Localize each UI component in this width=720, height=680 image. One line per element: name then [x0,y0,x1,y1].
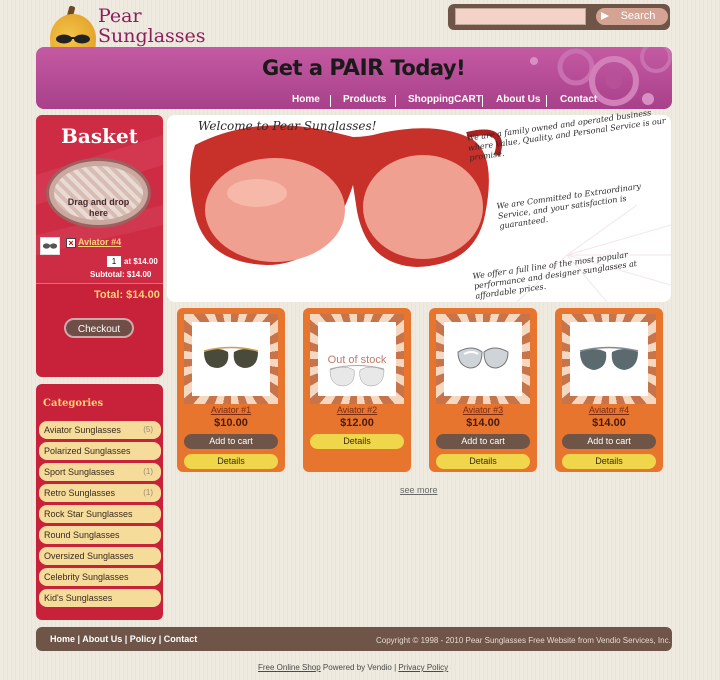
basket-total: Total: $14.00 [94,289,160,301]
category-label: Round Sunglasses [44,530,120,540]
nav-divider [546,95,547,107]
hero-welcome-text: Welcome to Pear Sunglasses! [198,119,377,133]
mascot-glasses-icon [56,34,90,44]
footer-link-home[interactable]: Home [50,634,75,644]
product-frame [562,314,656,404]
category-count: (1) [143,488,153,497]
category-item[interactable]: Kid's Sunglasses [39,589,161,607]
basket-divider [36,283,163,284]
bottom-credits: Free Online Shop Powered by Vendio | Pri… [258,663,448,672]
banner-slogan: Get a PAIR Today! [262,56,466,81]
nav-home[interactable]: Home [292,94,320,105]
slogan-pre: Get a [262,56,323,80]
footer-links: Home | About Us | Policy | Contact [50,634,198,644]
category-item[interactable]: Rock Star Sunglasses [39,505,161,523]
category-item[interactable]: Polarized Sunglasses [39,442,161,460]
nav-divider [395,95,396,107]
category-count: (5) [143,425,153,434]
category-label: Sport Sunglasses [44,467,115,477]
copyright-text: Copyright © 1998 - 2010 Pear Sunglasses … [376,636,671,645]
details-button[interactable]: Details [310,434,404,449]
nav-divider [330,95,331,107]
category-count: (1) [143,467,153,476]
category-item[interactable]: Sport Sunglasses (1) [39,463,161,481]
product-card: Aviator #1 $10.00 Add to cart Details [177,308,285,472]
category-label: Rock Star Sunglasses [44,509,133,519]
remove-item-icon[interactable]: × [66,238,76,248]
product-frame: Out of stock [310,314,404,404]
search-input[interactable] [455,8,586,25]
free-online-shop-link[interactable]: Free Online Shop [258,663,321,672]
search-arrow-icon [601,12,609,20]
category-item[interactable]: Celebrity Sunglasses [39,568,161,586]
slogan-pair: PAIR [329,56,384,81]
category-label: Celebrity Sunglasses [44,572,129,582]
product-price: $12.00 [340,417,374,429]
basket-item-price: at $14.00 [124,257,158,266]
basket-title: Basket [61,124,138,148]
product-card: Out of stock Aviator #2 $12.00 Details [303,308,411,472]
product-name-link[interactable]: Aviator #2 [303,405,411,415]
product-name-link[interactable]: Aviator #1 [177,405,285,415]
product-image[interactable] [570,322,648,396]
logo-line1: Pear [98,5,142,27]
details-button[interactable]: Details [562,454,656,469]
product-price: $14.00 [592,417,626,429]
basket-quantity-field[interactable] [107,256,121,267]
category-item[interactable]: Round Sunglasses [39,526,161,544]
add-to-cart-button[interactable]: Add to cart [436,434,530,449]
category-label: Aviator Sunglasses [44,425,121,435]
out-of-stock-label: Out of stock [327,354,387,366]
checkout-button[interactable]: Checkout [64,318,134,338]
nav-about-us[interactable]: About Us [496,94,540,105]
category-label: Kid's Sunglasses [44,593,113,603]
product-name-link[interactable]: Aviator #4 [555,405,663,415]
details-button[interactable]: Details [436,454,530,469]
basket-subtotal: Subtotal: $14.00 [90,270,152,279]
product-card: Aviator #4 $14.00 Add to cart Details [555,308,663,472]
privacy-policy-link[interactable]: Privacy Policy [398,663,448,672]
product-frame [184,314,278,404]
footer-link-contact[interactable]: Contact [164,634,198,644]
add-to-cart-button[interactable]: Add to cart [562,434,656,449]
category-label: Oversized Sunglasses [44,551,134,561]
product-name-link[interactable]: Aviator #3 [429,405,537,415]
product-image[interactable] [444,322,522,396]
nav-shopping-cart[interactable]: ShoppingCART [408,94,482,105]
nav-divider [482,95,483,107]
category-item[interactable]: Retro Sunglasses (1) [39,484,161,502]
see-more-link[interactable]: see more [400,485,438,495]
slogan-post: Today! [390,56,466,80]
category-label: Retro Sunglasses [44,488,116,498]
product-price: $14.00 [466,417,500,429]
product-frame [436,314,530,404]
logo-line2: Sunglasses [98,25,206,47]
footer-link-about[interactable]: About Us [82,634,122,644]
powered-by-text: Powered by Vendio | [320,663,399,672]
nav-contact[interactable]: Contact [560,94,597,105]
product-image[interactable] [192,322,270,396]
drop-zone-text: Drag and drop here [67,197,130,218]
category-item[interactable]: Oversized Sunglasses [39,547,161,565]
nav-products[interactable]: Products [343,94,386,105]
categories-title: Categories [43,398,104,409]
site-logo-text[interactable]: Pear Sunglasses [98,6,206,46]
product-card: Aviator #3 $14.00 Add to cart Details [429,308,537,472]
add-to-cart-button[interactable]: Add to cart [184,434,278,449]
basket-item-name[interactable]: Aviator #4 [78,237,121,247]
category-label: Polarized Sunglasses [44,446,131,456]
footer-link-policy[interactable]: Policy [130,634,157,644]
category-item[interactable]: Aviator Sunglasses (5) [39,421,161,439]
basket-item-thumbnail[interactable] [40,237,60,255]
product-price: $10.00 [214,417,248,429]
details-button[interactable]: Details [184,454,278,469]
